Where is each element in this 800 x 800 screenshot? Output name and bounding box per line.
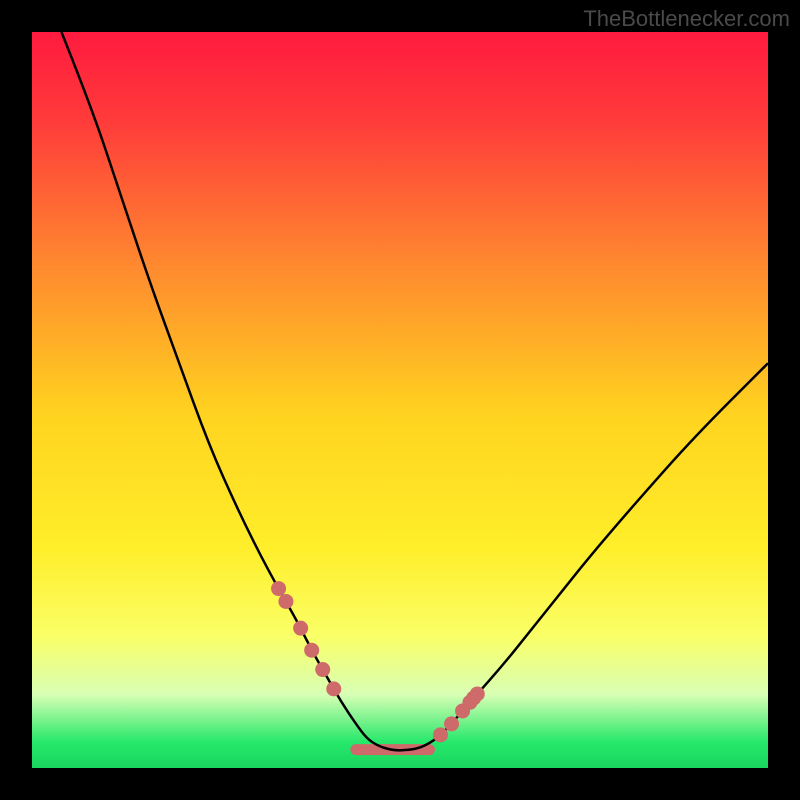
chart-frame: TheBottlenecker.com	[0, 0, 800, 800]
chart-svg	[32, 32, 768, 768]
plot-area	[32, 32, 768, 768]
marker-right	[444, 716, 459, 731]
marker-left	[326, 681, 341, 696]
marker-left	[293, 621, 308, 636]
attribution-text: TheBottlenecker.com	[583, 6, 790, 32]
gradient-background	[32, 32, 768, 768]
marker-left	[304, 643, 319, 658]
marker-left	[271, 581, 286, 596]
marker-left	[278, 594, 293, 609]
marker-right	[470, 686, 485, 701]
marker-right	[433, 727, 448, 742]
marker-left	[315, 662, 330, 677]
